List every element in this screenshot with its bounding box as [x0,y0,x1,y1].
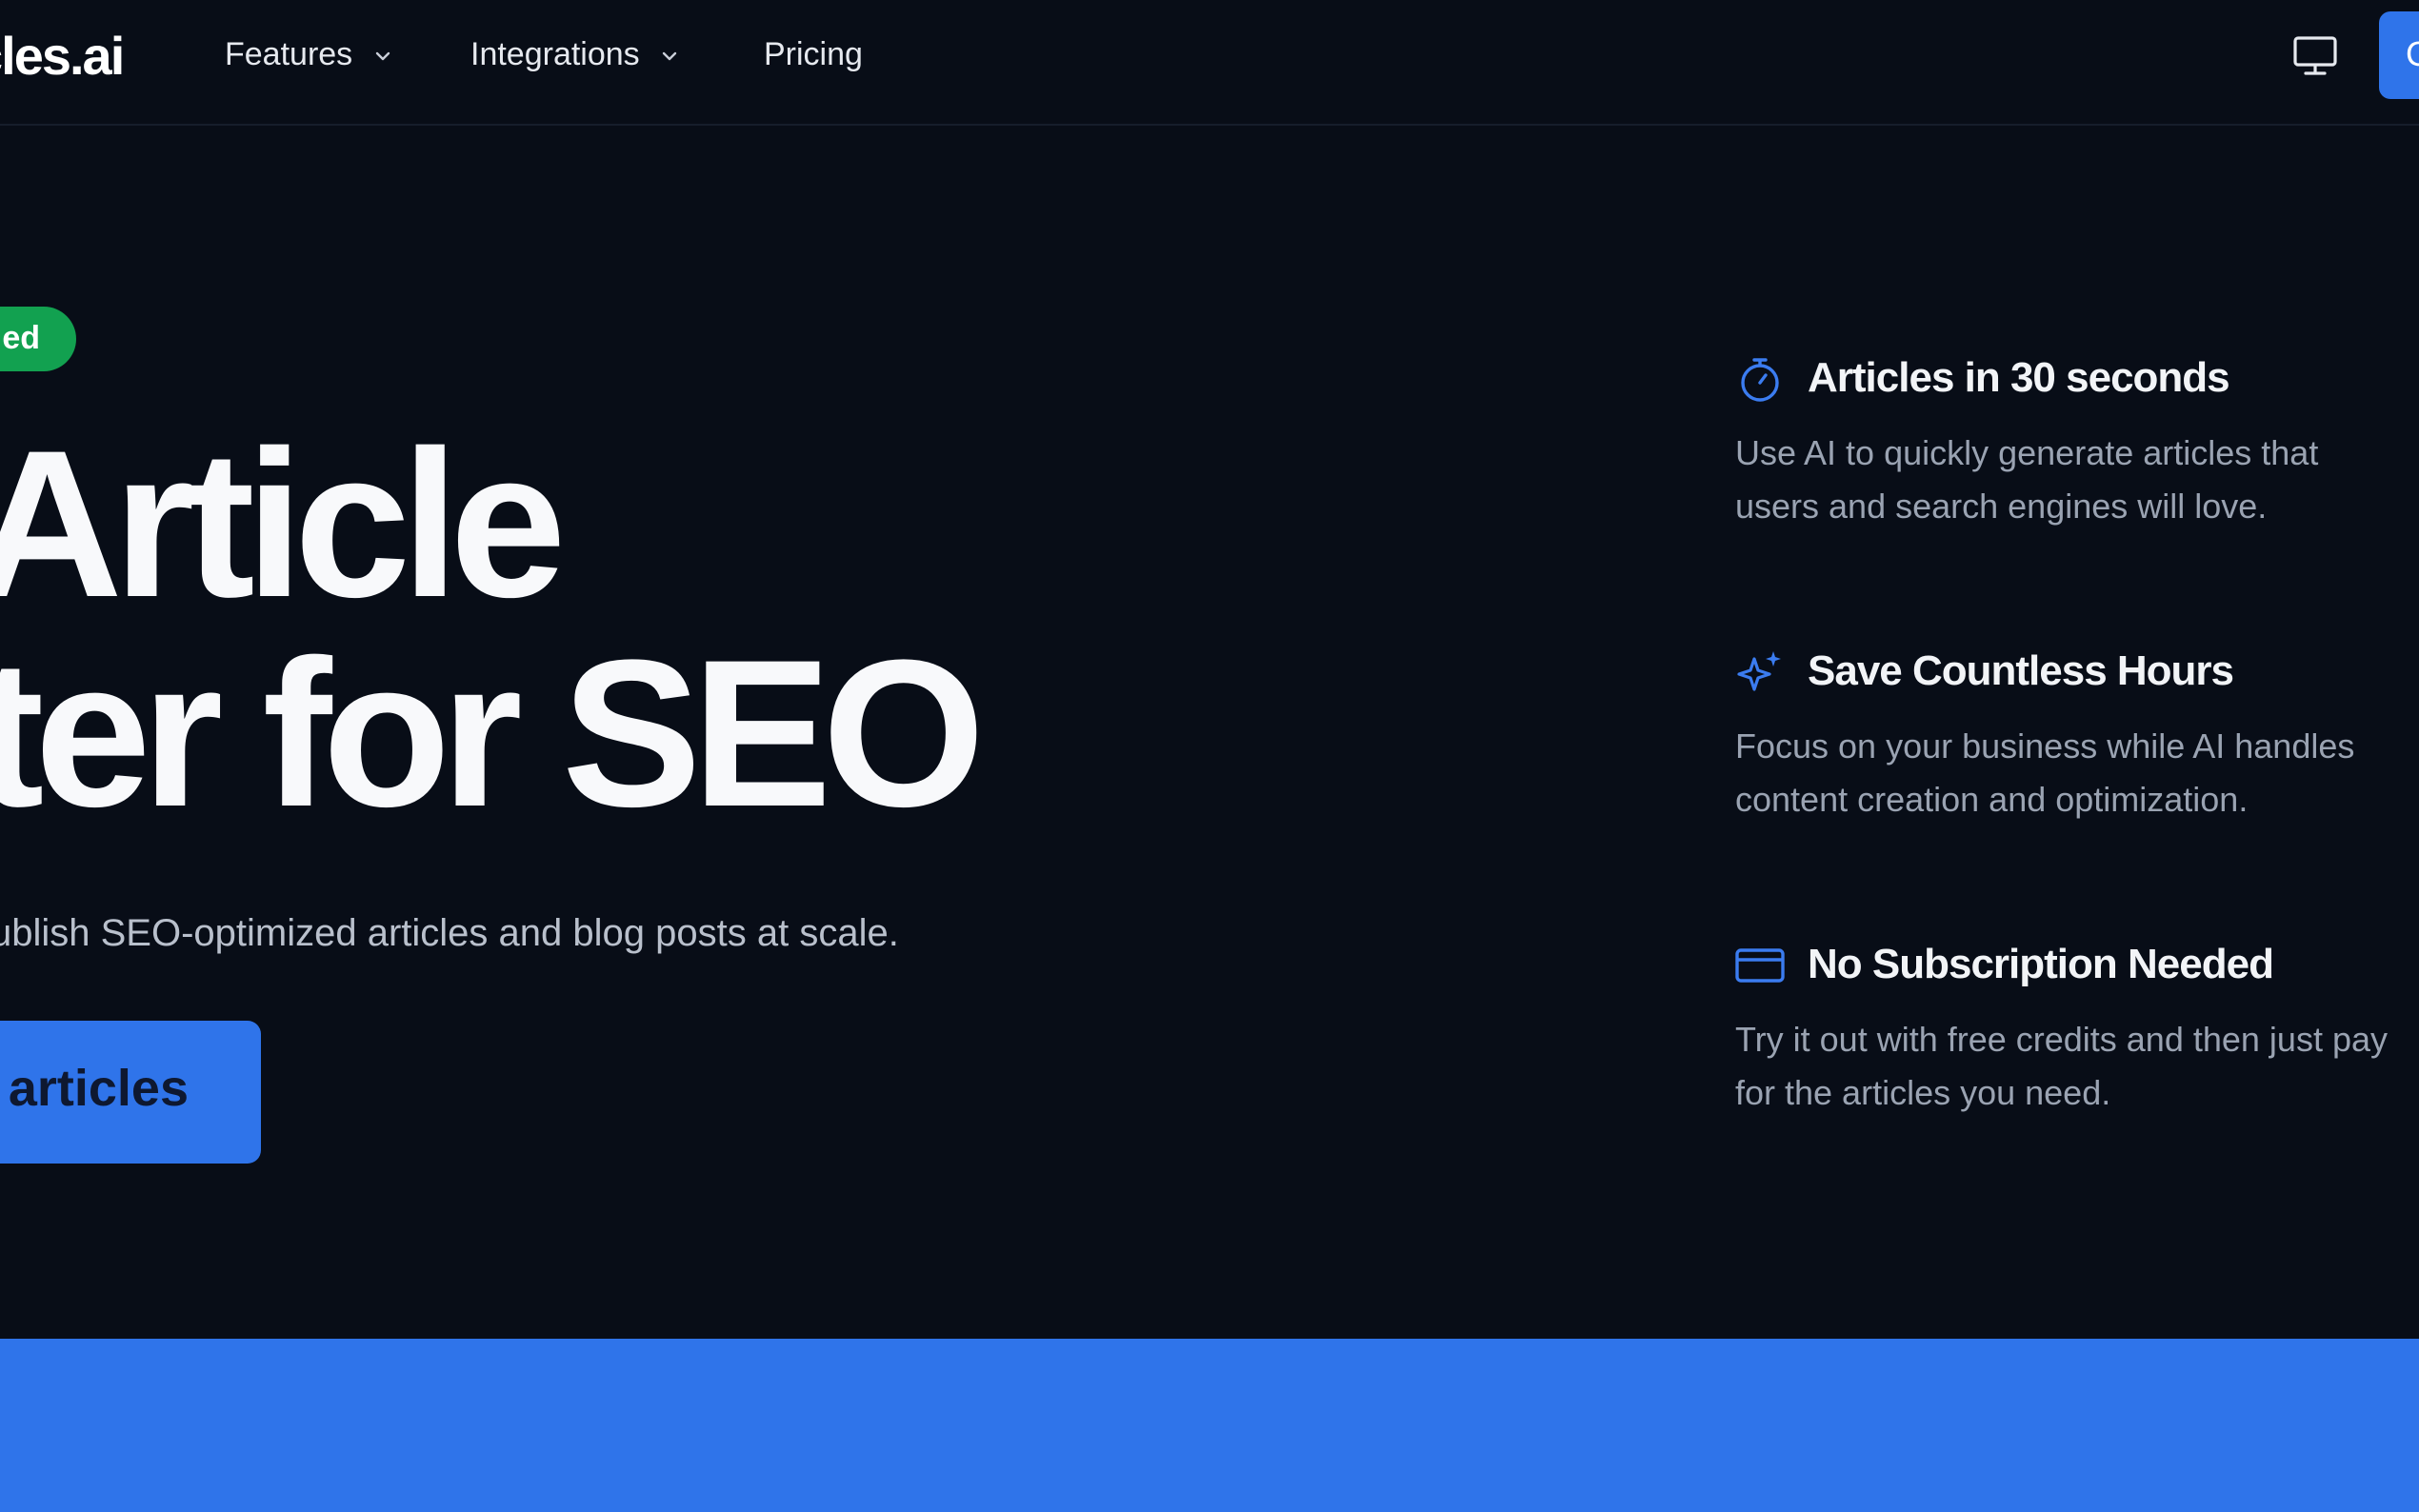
logo[interactable]: cles.ai [0,25,125,87]
feature-description: Try it out with free credits and then ju… [1735,1020,2388,1112]
section-band [0,1339,2419,1512]
feature-title: Articles in 30 seconds [1808,354,2230,401]
feature-title: Save Countless Hours [1808,647,2234,694]
page: cles.ai Features Integrations Pricing G … [0,0,2419,1512]
nav-pricing[interactable]: Pricing [764,36,863,73]
feature-title: No Subscription Needed [1808,941,2274,987]
hero-cta-label: articles [8,1060,189,1117]
hero-cta-button[interactable]: articles [0,1021,261,1164]
nav-features-label: Features [225,36,353,72]
nav-integrations-label: Integrations [470,36,640,72]
nav-cta-label: G [2406,34,2419,74]
nav-features[interactable]: Features [225,36,394,73]
status-badge: ed [0,307,76,371]
credit-card-icon [1735,948,1785,983]
hero-title-line2: iter for SEO [0,616,985,850]
monitor-icon[interactable] [2291,32,2339,80]
hero-title-line1: Article [0,407,567,641]
feature-description: Use AI to quickly generate articles that… [1735,433,2319,526]
navbar: cles.ai Features Integrations Pricing G [0,0,2419,126]
stopwatch-icon [1741,358,1779,402]
hero-subtitle: ublish SEO-optimized articles and blog p… [0,912,899,954]
chevron-down-icon [662,51,677,61]
nav-integrations[interactable]: Integrations [470,36,681,73]
sparkles-icon [1737,651,1781,691]
chevron-down-icon [375,51,390,61]
nav-cta-button[interactable]: G [2379,11,2419,99]
feature-description: Focus on your business while AI handles … [1735,726,2355,819]
badge-label: ed [2,320,40,356]
hero-title: Article iter for SEO [0,407,985,850]
